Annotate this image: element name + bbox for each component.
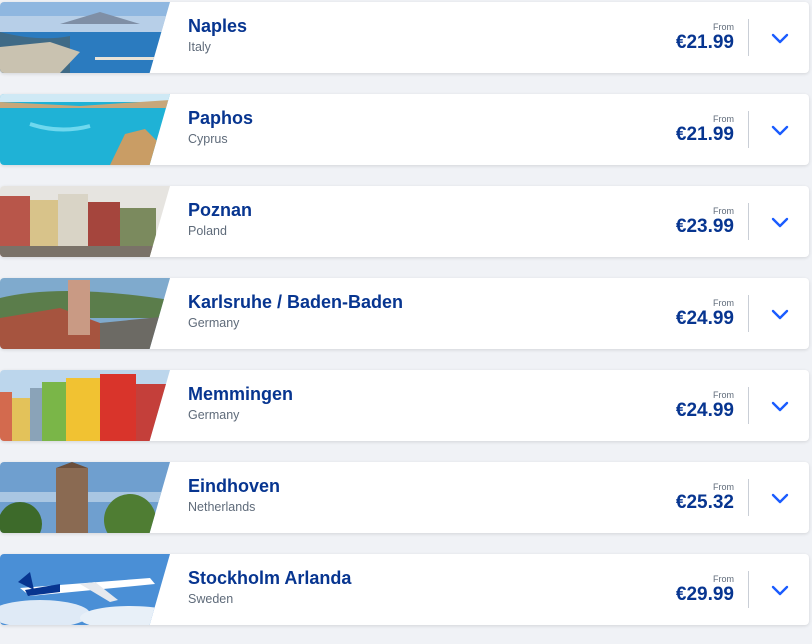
destination-city: Naples	[188, 16, 248, 36]
divider	[748, 571, 749, 608]
destination-image	[0, 554, 170, 625]
destination-city: Karlsruhe / Baden-Baden	[188, 292, 404, 312]
destination-image	[0, 2, 170, 73]
destination-country: Italy	[188, 40, 211, 54]
destination-image	[0, 278, 170, 349]
destination-card-stockholm[interactable]: Stockholm Arlanda Sweden From €29.99	[0, 554, 809, 625]
destination-card-paphos[interactable]: Paphos Cyprus From €21.99	[0, 94, 809, 165]
destination-card-naples[interactable]: Naples Italy From €21.99	[0, 2, 809, 73]
destination-city: Memmingen	[188, 384, 294, 404]
divider	[748, 19, 749, 56]
divider	[748, 203, 749, 240]
chevron-down-icon[interactable]	[768, 394, 792, 418]
chevron-down-icon[interactable]	[768, 302, 792, 326]
destination-country: Sweden	[188, 592, 234, 606]
destination-city: Paphos	[188, 108, 254, 128]
price-prefix: From	[713, 390, 734, 400]
destination-card-poznan[interactable]: Poznan Poland From €23.99	[0, 186, 809, 257]
destination-price: €24.99	[675, 308, 734, 329]
destination-city: Stockholm Arlanda	[188, 568, 352, 588]
destination-country: Germany	[188, 408, 240, 422]
destination-price: €21.99	[675, 32, 734, 53]
divider	[748, 387, 749, 424]
price-prefix: From	[713, 22, 734, 32]
chevron-down-icon[interactable]	[768, 118, 792, 142]
price-prefix: From	[713, 574, 734, 584]
destination-price: €24.99	[675, 400, 734, 421]
price-prefix: From	[713, 206, 734, 216]
destination-card-eindhoven[interactable]: Eindhoven Netherlands From €25.32	[0, 462, 809, 533]
chevron-down-icon[interactable]	[768, 486, 792, 510]
destination-price: €21.99	[675, 124, 734, 145]
destination-price: €23.99	[675, 216, 734, 237]
destination-country: Poland	[188, 224, 227, 238]
destination-image	[0, 94, 170, 165]
price-prefix: From	[713, 114, 734, 124]
divider	[748, 295, 749, 332]
chevron-down-icon[interactable]	[768, 26, 792, 50]
destination-country: Cyprus	[188, 132, 228, 146]
price-prefix: From	[713, 482, 734, 492]
destination-price: €25.32	[675, 492, 734, 513]
destination-city: Poznan	[188, 200, 253, 220]
destination-image	[0, 370, 170, 441]
destination-price: €29.99	[675, 584, 734, 605]
destination-country: Germany	[188, 316, 240, 330]
chevron-down-icon[interactable]	[768, 578, 792, 602]
destination-card-karlsruhe[interactable]: Karlsruhe / Baden-Baden Germany From €24…	[0, 278, 809, 349]
destination-country: Netherlands	[188, 500, 256, 514]
chevron-down-icon[interactable]	[768, 210, 792, 234]
divider	[748, 479, 749, 516]
divider	[748, 111, 749, 148]
destination-image	[0, 186, 170, 257]
destination-image	[0, 462, 170, 533]
destination-card-memmingen[interactable]: Memmingen Germany From €24.99	[0, 370, 809, 441]
price-prefix: From	[713, 298, 734, 308]
destination-city: Eindhoven	[188, 476, 281, 496]
